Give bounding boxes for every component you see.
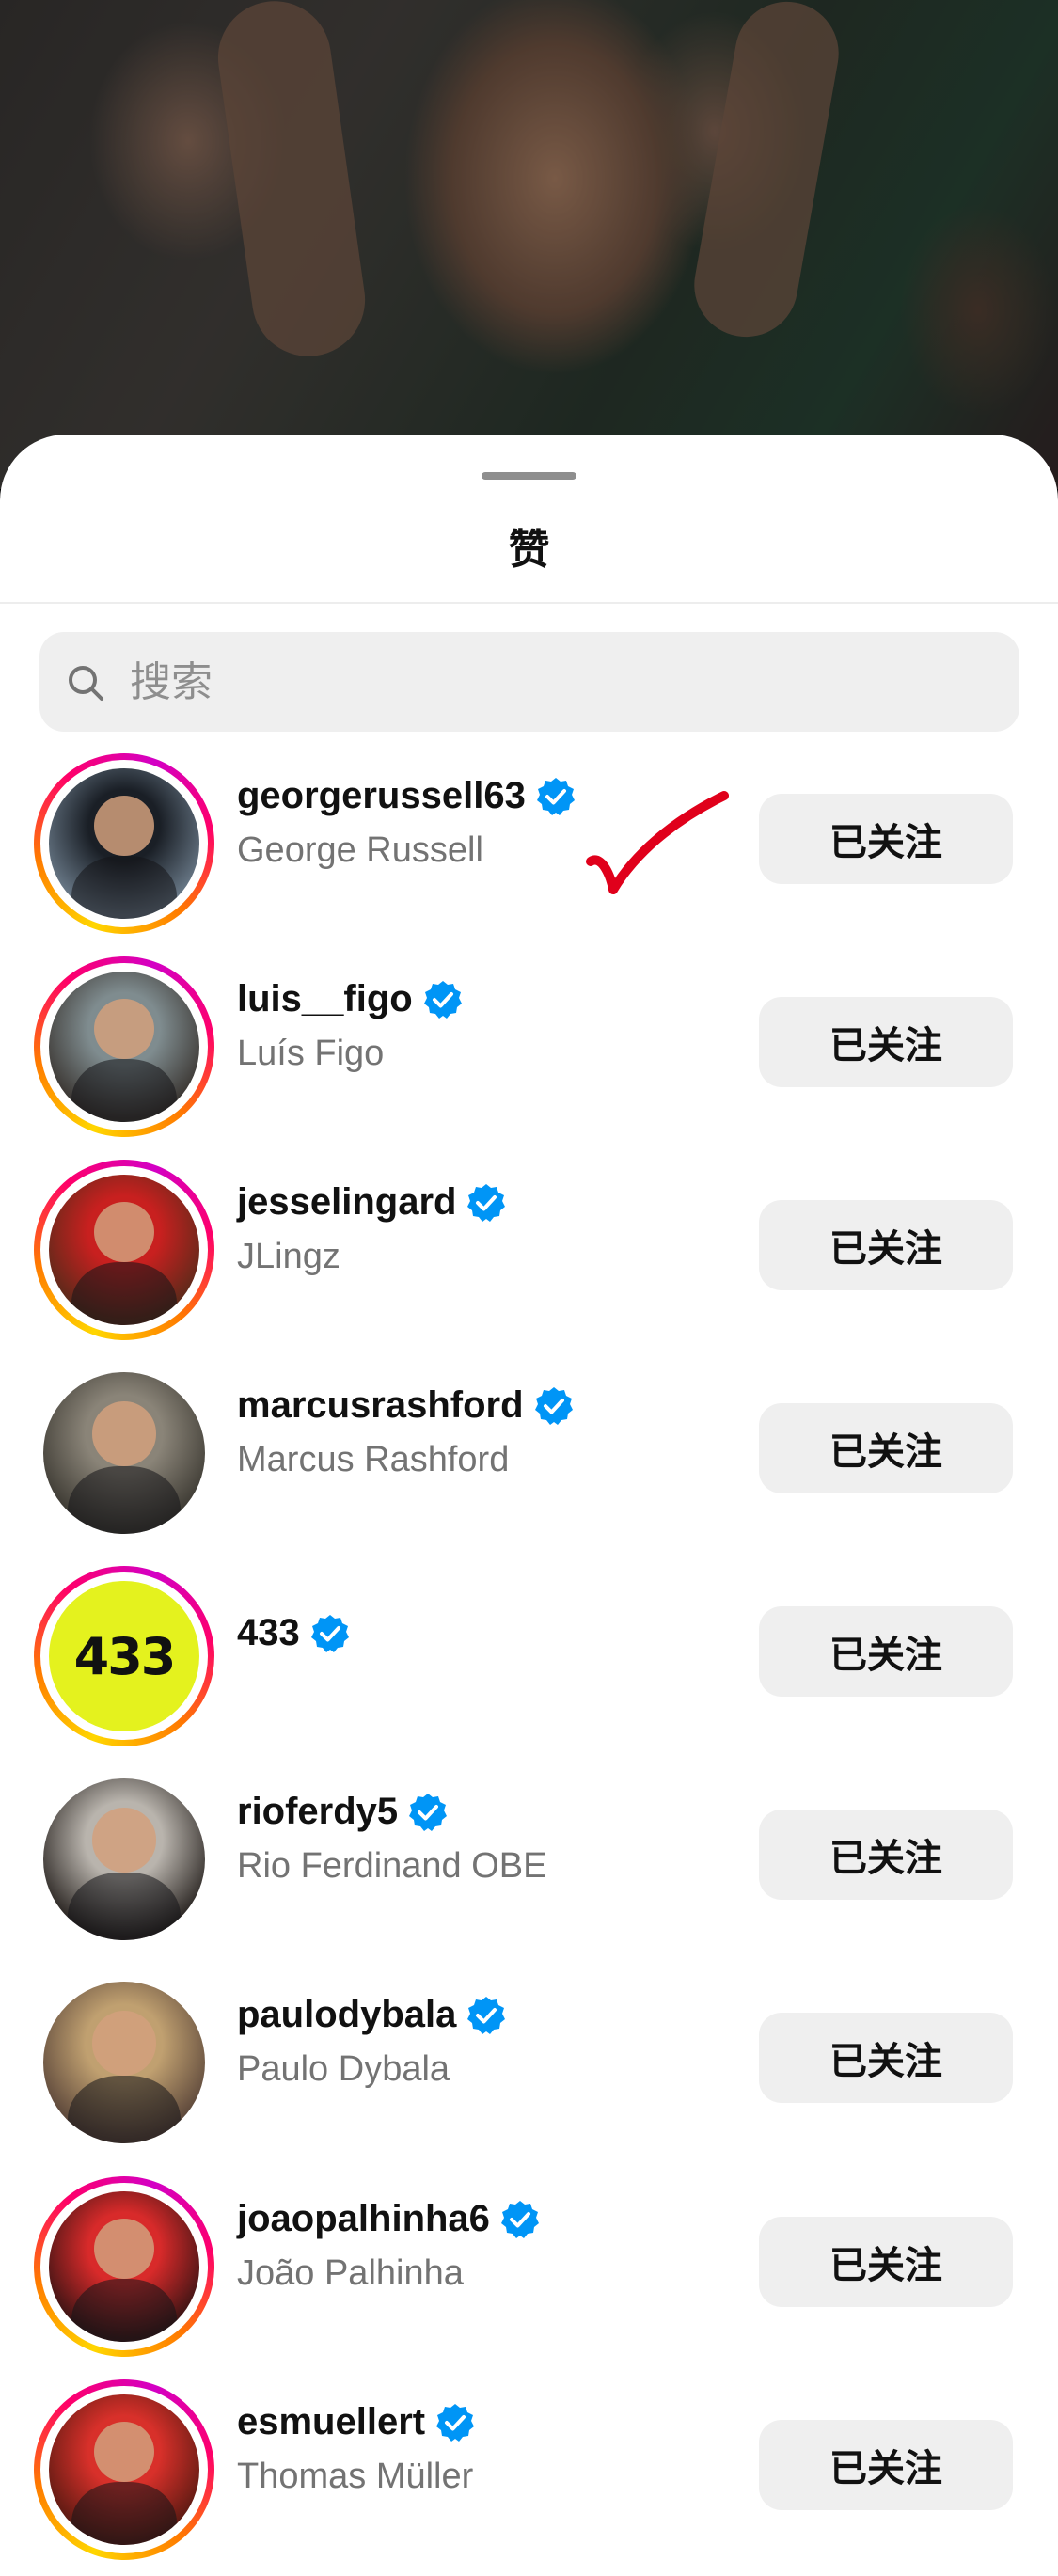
- username[interactable]: georgerussell63: [237, 775, 576, 817]
- verified-badge-icon: [466, 1995, 507, 2036]
- user-row[interactable]: marcusrashford Marcus Rashford 已关注: [0, 1347, 1058, 1550]
- full-name: George Russell: [237, 830, 483, 870]
- avatar-body: [71, 2278, 177, 2342]
- user-row[interactable]: rioferdy5 Rio Ferdinand OBE 已关注: [0, 1753, 1058, 1956]
- avatar-figure: [91, 1807, 157, 1873]
- avatar-figure: [91, 2010, 157, 2076]
- user-row[interactable]: georgerussell63 George Russell 已关注: [0, 737, 1058, 940]
- user-row[interactable]: jesselingard JLingz 已关注: [0, 1144, 1058, 1347]
- avatar[interactable]: [43, 1982, 205, 2143]
- username[interactable]: joaopalhinha6: [237, 2198, 541, 2240]
- avatar-body: [71, 855, 177, 919]
- avatar-body: [71, 1261, 177, 1325]
- username[interactable]: marcusrashford: [237, 1384, 575, 1427]
- avatar[interactable]: [49, 2191, 199, 2342]
- username-text: joaopalhinha6: [237, 2198, 490, 2239]
- following-button[interactable]: 已关注: [759, 2217, 1013, 2307]
- username-text: marcusrashford: [237, 1384, 524, 1426]
- following-button[interactable]: 已关注: [759, 794, 1013, 884]
- user-row[interactable]: 433 433 已关注: [0, 1550, 1058, 1753]
- avatar-figure: [94, 2421, 154, 2482]
- user-row[interactable]: joaopalhinha6 João Palhinha 已关注: [0, 2160, 1058, 2363]
- full-name: Marcus Rashford: [237, 1440, 510, 1479]
- username-text: jesselingard: [237, 1181, 457, 1223]
- likes-sheet: 赞 georgerussell63 George Russell 已关注 luis…: [0, 435, 1058, 2576]
- username-text: georgerussell63: [237, 775, 526, 816]
- username[interactable]: 433: [237, 1612, 351, 1654]
- username-text: 433: [237, 1612, 300, 1653]
- avatar-figure: [94, 998, 154, 1059]
- avatar[interactable]: [49, 972, 199, 1122]
- user-row[interactable]: esmuellert Thomas Müller 已关注: [0, 2363, 1058, 2567]
- username[interactable]: paulodybala: [237, 1994, 507, 2036]
- avatar-figure: [91, 1400, 157, 1466]
- sheet-grabber[interactable]: [482, 472, 576, 480]
- following-button[interactable]: 已关注: [759, 997, 1013, 1087]
- verified-badge-icon: [309, 1613, 351, 1654]
- search-input[interactable]: [130, 632, 976, 732]
- full-name: JLingz: [237, 1237, 340, 1276]
- following-button[interactable]: 已关注: [759, 1810, 1013, 1900]
- username[interactable]: luis__figo: [237, 978, 464, 1020]
- following-button[interactable]: 已关注: [759, 1403, 1013, 1493]
- following-button[interactable]: 已关注: [759, 1200, 1013, 1290]
- avatar-figure: [94, 2218, 154, 2279]
- following-button[interactable]: 已关注: [759, 2013, 1013, 2103]
- username-text: paulodybala: [237, 1994, 457, 2035]
- username-text: luis__figo: [237, 978, 413, 1019]
- username[interactable]: rioferdy5: [237, 1791, 449, 1833]
- avatar[interactable]: [49, 768, 199, 919]
- search-bar[interactable]: [39, 632, 1019, 732]
- divider: [0, 602, 1058, 604]
- sheet-title: 赞: [508, 527, 550, 573]
- avatar-logo-text: 433: [73, 1626, 177, 1686]
- background-arm-right: [686, 0, 847, 345]
- full-name: Rio Ferdinand OBE: [237, 1846, 547, 1886]
- avatar[interactable]: [49, 2394, 199, 2545]
- background-arm-left: [211, 0, 372, 364]
- username-text: rioferdy5: [237, 1791, 399, 1832]
- avatar[interactable]: [43, 1778, 205, 1940]
- verified-badge-icon: [407, 1792, 449, 1833]
- username[interactable]: jesselingard: [237, 1181, 507, 1224]
- background-photo: [0, 0, 1058, 489]
- avatar-figure: [94, 1201, 154, 1262]
- following-button[interactable]: 已关注: [759, 1606, 1013, 1697]
- following-button[interactable]: 已关注: [759, 2420, 1013, 2510]
- avatar-body: [67, 1465, 182, 1534]
- verified-badge-icon: [533, 1385, 575, 1427]
- username-text: esmuellert: [237, 2401, 426, 2442]
- full-name: Luís Figo: [237, 1034, 385, 1073]
- full-name: João Palhinha: [237, 2253, 464, 2293]
- search-icon: [69, 666, 103, 701]
- full-name: Paulo Dybala: [237, 2049, 450, 2089]
- verified-badge-icon: [466, 1182, 507, 1224]
- verified-badge-icon: [535, 776, 576, 817]
- avatar-figure: [94, 795, 154, 856]
- username[interactable]: esmuellert: [237, 2401, 476, 2443]
- user-row[interactable]: luis__figo Luís Figo 已关注: [0, 940, 1058, 1144]
- avatar[interactable]: [43, 1372, 205, 1534]
- red-checkmark-annotation: [586, 791, 729, 894]
- avatar-body: [71, 1058, 177, 1122]
- avatar-body: [67, 2075, 182, 2143]
- avatar[interactable]: 433: [49, 1581, 199, 1731]
- full-name: Thomas Müller: [237, 2457, 474, 2496]
- user-row[interactable]: paulodybala Paulo Dybala 已关注: [0, 1956, 1058, 2159]
- avatar[interactable]: [49, 1175, 199, 1325]
- verified-badge-icon: [499, 2199, 541, 2240]
- verified-badge-icon: [422, 979, 464, 1020]
- verified-badge-icon: [434, 2402, 476, 2443]
- avatar-body: [67, 1872, 182, 1940]
- avatar-body: [71, 2481, 177, 2545]
